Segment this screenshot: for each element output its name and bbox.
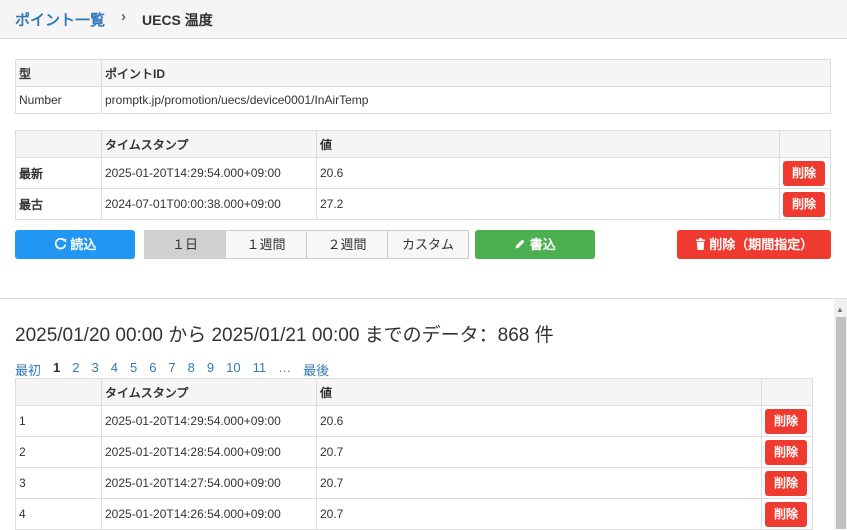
read-button[interactable]: 読込 (15, 230, 135, 259)
data-table: タイムスタンプ 値 1 2025-01-20T14:29:54.000+09:0… (15, 378, 813, 530)
delete-range-button[interactable]: 削除（期間指定） (677, 230, 831, 259)
pencil-icon (515, 239, 525, 249)
label-header (15, 130, 102, 158)
row-label: 最新 (15, 157, 102, 189)
page-link[interactable]: 11 (253, 360, 267, 379)
page-ellipsis: … (278, 360, 292, 375)
table-row: 1 2025-01-20T14:29:54.000+09:00 20.6 削除 (15, 405, 813, 437)
row-value: 20.7 (316, 436, 762, 468)
row-timestamp: 2025-01-20T14:27:54.000+09:00 (101, 467, 317, 499)
row-timestamp: 2024-07-01T00:00:38.000+09:00 (101, 188, 317, 220)
range-1-day[interactable]: １日 (144, 230, 226, 259)
row-timestamp: 2025-01-20T14:29:54.000+09:00 (101, 157, 317, 189)
page-link[interactable]: 3 (91, 360, 98, 379)
row-value: 20.7 (316, 498, 762, 530)
delete-button[interactable]: 削除 (765, 439, 807, 465)
latest-oldest-table: タイムスタンプ 値 最新 2025-01-20T14:29:54.000+09:… (15, 130, 831, 220)
delete-button[interactable]: 削除 (783, 160, 825, 186)
action-header (779, 130, 831, 158)
range-custom[interactable]: カスタム (387, 230, 469, 259)
table-row: 3 2025-01-20T14:27:54.000+09:00 20.7 削除 (15, 467, 813, 499)
table-row: 2 2025-01-20T14:28:54.000+09:00 20.7 削除 (15, 436, 813, 468)
row-value: 27.2 (316, 188, 780, 220)
page-link-current: 1 (53, 360, 61, 375)
breadcrumb-current: UECS 温度 (142, 12, 213, 28)
timestamp-header: タイムスタンプ (101, 378, 317, 406)
point-info-table: 型 ポイントID Number promptk.jp/promotion/uec… (15, 59, 831, 114)
row-label: 最古 (15, 188, 102, 220)
range-selector: １日 １週間 ２週間 カスタム (144, 230, 469, 259)
row-index: 2 (15, 436, 102, 468)
data-summary: 2025/01/20 00:00 から 2025/01/21 00:00 までの… (15, 325, 554, 346)
page-first-link[interactable]: 最初 (15, 360, 41, 379)
breadcrumb-bar: ポイント一覧 › UECS 温度 (0, 0, 847, 39)
table-row: 4 2025-01-20T14:26:54.000+09:00 20.7 削除 (15, 498, 813, 530)
range-1-week[interactable]: １週間 (225, 230, 307, 259)
row-value: 20.6 (316, 157, 780, 189)
pagination: 最初 1 2 3 4 5 6 7 8 9 10 11 … 最後 (15, 360, 341, 379)
index-header (15, 378, 102, 406)
page-link[interactable]: 6 (149, 360, 156, 379)
trash-icon (695, 238, 705, 250)
action-header (761, 378, 813, 406)
delete-button[interactable]: 削除 (765, 408, 807, 434)
write-label: 書込 (529, 237, 556, 252)
page-link[interactable]: 7 (168, 360, 175, 379)
point-id-header: ポイントID (101, 59, 831, 87)
row-timestamp: 2025-01-20T14:28:54.000+09:00 (101, 436, 317, 468)
row-index: 3 (15, 467, 102, 499)
page-link[interactable]: 9 (207, 360, 214, 379)
page-last-link[interactable]: 最後 (303, 360, 329, 379)
row-timestamp: 2025-01-20T14:26:54.000+09:00 (101, 498, 317, 530)
scrollbar-thumb[interactable] (836, 317, 846, 529)
timestamp-header: タイムスタンプ (101, 130, 317, 158)
page-link[interactable]: 5 (130, 360, 137, 379)
page-link[interactable]: 2 (72, 360, 79, 379)
delete-button[interactable]: 削除 (765, 470, 807, 496)
table-row: 最新 2025-01-20T14:29:54.000+09:00 20.6 削除 (15, 157, 831, 189)
row-index: 4 (15, 498, 102, 530)
section-divider (0, 298, 847, 299)
value-header: 値 (316, 378, 762, 406)
range-2-weeks[interactable]: ２週間 (306, 230, 388, 259)
row-value: 20.6 (316, 405, 762, 437)
refresh-icon (54, 237, 66, 250)
page-link[interactable]: 8 (188, 360, 195, 379)
row-value: 20.7 (316, 467, 762, 499)
delete-button[interactable]: 削除 (765, 501, 807, 527)
delete-range-label: 削除（期間指定） (709, 237, 814, 252)
read-label: 読込 (70, 237, 97, 252)
breadcrumb-separator: › (121, 8, 126, 25)
scroll-up-arrow-icon[interactable]: ▲ (836, 305, 844, 314)
type-value: Number (15, 86, 102, 114)
write-button[interactable]: 書込 (475, 230, 595, 259)
table-row: 最古 2024-07-01T00:00:38.000+09:00 27.2 削除 (15, 188, 831, 220)
value-header: 値 (316, 130, 780, 158)
row-index: 1 (15, 405, 102, 437)
row-timestamp: 2025-01-20T14:29:54.000+09:00 (101, 405, 317, 437)
type-header: 型 (15, 59, 102, 87)
page-link[interactable]: 4 (111, 360, 118, 379)
page-link[interactable]: 10 (226, 360, 240, 379)
delete-button[interactable]: 削除 (783, 191, 825, 217)
breadcrumb-point-list-link[interactable]: ポイント一覧 (15, 9, 105, 30)
point-id-value: promptk.jp/promotion/uecs/device0001/InA… (101, 86, 831, 114)
